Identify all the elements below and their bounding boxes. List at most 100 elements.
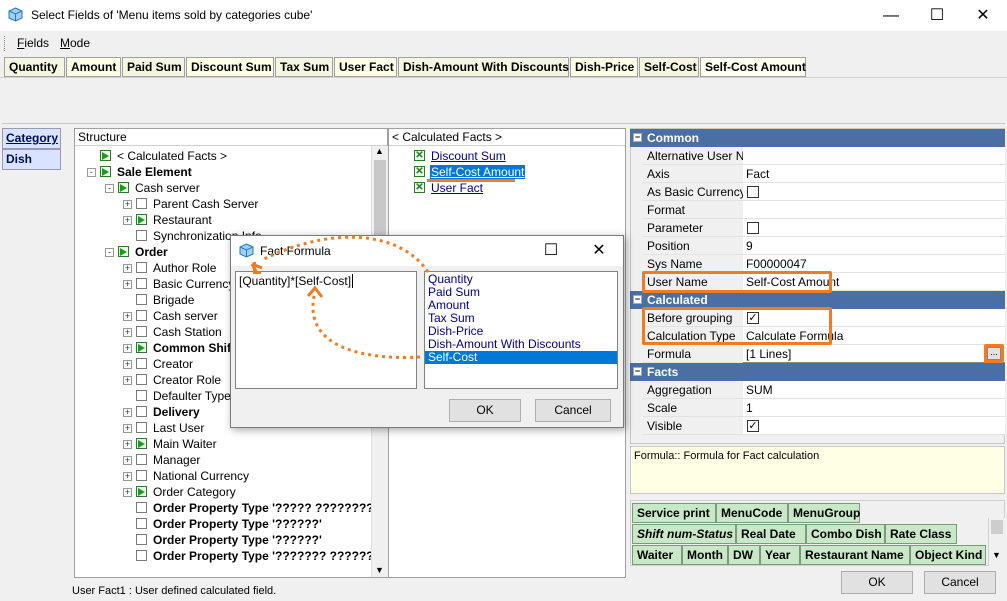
selected-field-icon[interactable] — [136, 438, 147, 449]
field-tab[interactable]: Tax Sum — [275, 57, 333, 77]
selected-field-icon[interactable] — [100, 166, 111, 177]
field-tab[interactable]: Self-Cost Amount — [700, 57, 806, 77]
selected-field-icon[interactable] — [136, 486, 147, 497]
property-row[interactable]: Axis Fact — [630, 165, 1005, 183]
property-checkbox[interactable] — [747, 222, 759, 234]
expand-icon[interactable]: + — [123, 312, 132, 321]
field-tab[interactable]: Dish-Amount With Discounts — [398, 57, 569, 77]
expand-icon[interactable]: + — [123, 344, 132, 353]
property-row[interactable]: As Basic Currency — [630, 183, 1005, 201]
category-button[interactable]: Category — [2, 128, 61, 149]
property-row[interactable]: Parameter — [630, 219, 1005, 237]
tree-row[interactable]: Order Property Type '??????' — [75, 532, 371, 548]
field-tab[interactable]: Quantity — [4, 57, 65, 77]
tag-scrollbar[interactable]: ▼ — [988, 518, 1005, 566]
menu-fields[interactable]: Fields — [17, 36, 49, 50]
property-row[interactable]: Aggregation SUM — [630, 381, 1005, 399]
dimension-tag[interactable]: MenuCode — [716, 503, 788, 523]
tree-row[interactable]: + Restaurant — [75, 212, 371, 228]
field-checkbox[interactable] — [136, 326, 147, 337]
selected-field-icon[interactable] — [118, 246, 129, 257]
selected-field-icon[interactable] — [136, 214, 147, 225]
field-checkbox[interactable] — [136, 534, 147, 545]
field-tab[interactable]: Paid Sum — [122, 57, 185, 77]
category-header-common[interactable]: − Common — [630, 129, 1005, 147]
field-list-item[interactable]: Self-Cost — [425, 351, 617, 364]
scroll-down-icon[interactable]: ▼ — [375, 565, 384, 575]
collapse-icon[interactable]: - — [105, 248, 114, 257]
dimension-tag[interactable]: Waiter — [632, 545, 682, 565]
field-checkbox[interactable] — [136, 358, 147, 369]
tree-row[interactable]: + Parent Cash Server — [75, 196, 371, 212]
field-list[interactable]: Quantity Paid Sum Amount Tax Sum Dish-Price D… — [424, 271, 618, 389]
field-checkbox[interactable] — [136, 374, 147, 385]
collapse-icon[interactable]: − — [633, 367, 642, 376]
property-row[interactable]: Alternative User Na — [630, 147, 1005, 165]
tree-row[interactable]: Order Property Type '??????' — [75, 516, 371, 532]
dimension-tag[interactable]: Service print — [632, 503, 716, 523]
scroll-thumb[interactable] — [374, 160, 386, 246]
tree-row[interactable]: - Cash server — [75, 180, 371, 196]
property-value[interactable] — [743, 147, 1005, 165]
selected-field-icon[interactable] — [118, 182, 129, 193]
property-value[interactable] — [743, 183, 1005, 201]
selected-field-icon[interactable] — [136, 342, 147, 353]
dialog-maximize-button[interactable]: ☐ — [531, 239, 571, 263]
field-checkbox[interactable] — [136, 518, 147, 529]
field-checkbox[interactable] — [136, 550, 147, 561]
field-tab[interactable]: Dish-Price — [570, 57, 638, 77]
property-value[interactable]: 9 — [743, 237, 1005, 255]
expand-icon[interactable]: + — [123, 472, 132, 481]
dimension-tag[interactable]: DW — [728, 545, 760, 565]
property-row[interactable]: Position 9 — [630, 237, 1005, 255]
dimension-tag[interactable]: Object Kind — [910, 545, 986, 565]
dish-button[interactable]: Dish — [2, 149, 61, 170]
expand-icon[interactable]: + — [123, 264, 132, 273]
dimension-tag[interactable]: Year — [760, 545, 800, 565]
selected-field-icon[interactable] — [100, 150, 111, 161]
tag-scroll-down-icon[interactable]: ▼ — [992, 550, 1001, 560]
tag-scroll-thumb[interactable] — [991, 520, 1003, 534]
property-value[interactable] — [743, 219, 1005, 237]
formula-text[interactable]: [Quantity]*[Self-Cost] — [239, 274, 354, 288]
dialog-close-button[interactable]: ✕ — [579, 239, 619, 263]
dimension-tag[interactable]: Combo Dish — [806, 524, 885, 544]
field-checkbox[interactable] — [136, 422, 147, 433]
property-value[interactable] — [743, 201, 1005, 219]
property-value[interactable]: ✓ — [743, 417, 1005, 435]
collapse-icon[interactable]: − — [633, 295, 642, 304]
close-button[interactable]: ✕ — [960, 0, 1006, 31]
ok-button[interactable]: OK — [841, 571, 913, 594]
calculated-fact-item[interactable]: ✕ User Fact — [389, 180, 625, 196]
expand-icon[interactable]: + — [123, 200, 132, 209]
menu-mode[interactable]: Mode — [60, 36, 90, 50]
expand-icon[interactable]: + — [123, 488, 132, 497]
dialog-cancel-button[interactable]: Cancel — [535, 399, 611, 422]
property-row[interactable]: Visible ✓ — [630, 417, 1005, 435]
property-checkbox[interactable]: ✓ — [747, 420, 759, 432]
field-checkbox[interactable] — [136, 262, 147, 273]
property-checkbox[interactable] — [747, 186, 759, 198]
field-tab[interactable]: Discount Sum — [186, 57, 274, 77]
field-checkbox[interactable] — [136, 310, 147, 321]
dimension-tag[interactable]: Real Date — [736, 524, 806, 544]
expand-icon[interactable]: + — [123, 216, 132, 225]
collapse-icon[interactable]: - — [105, 184, 114, 193]
category-header-facts[interactable]: − Facts — [630, 363, 1005, 381]
field-checkbox[interactable] — [136, 502, 147, 513]
dimension-tag[interactable]: MenuGroup — [788, 503, 860, 523]
tree-row[interactable]: Order Property Type '????? ???????? — [75, 500, 371, 516]
field-checkbox[interactable] — [136, 454, 147, 465]
property-row[interactable]: Scale 1 — [630, 399, 1005, 417]
field-checkbox[interactable] — [136, 278, 147, 289]
scroll-up-icon[interactable]: ▲ — [375, 146, 384, 156]
expand-icon[interactable]: + — [123, 424, 132, 433]
maximize-button[interactable]: ☐ — [914, 0, 960, 31]
expand-icon[interactable]: + — [123, 280, 132, 289]
cancel-button[interactable]: Cancel — [924, 571, 996, 594]
collapse-icon[interactable]: - — [87, 168, 96, 177]
expand-icon[interactable]: + — [123, 376, 132, 385]
tree-row[interactable]: Order Property Type '??????? ?????? — [75, 548, 371, 564]
field-tab[interactable]: Amount — [66, 57, 121, 77]
field-tab[interactable]: User Fact — [334, 57, 397, 77]
